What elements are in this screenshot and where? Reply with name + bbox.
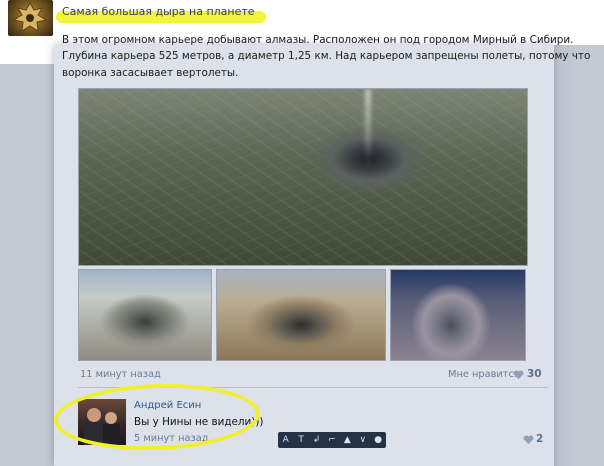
post-timestamp[interactable]: 11 минут назад <box>80 369 161 380</box>
like-count: 30 <box>527 368 542 380</box>
post-author-avatar[interactable] <box>8 0 53 36</box>
post-text-line: Глубина карьера 525 метров, а диаметр 1,… <box>62 50 591 62</box>
post-photo-main[interactable] <box>78 88 528 266</box>
text-tool-icon[interactable]: A <box>281 435 291 445</box>
arrow-tool-icon[interactable]: ↲ <box>312 435 322 445</box>
post-photo-thumb[interactable] <box>216 269 386 361</box>
post-text-line: воронка засасывает вертолеты. <box>62 67 239 79</box>
heart-icon[interactable] <box>513 370 524 380</box>
light-ray <box>365 89 371 169</box>
post-photo-thumb[interactable] <box>78 269 212 361</box>
post-title[interactable]: Самая большая дыра на планете <box>62 5 255 18</box>
shirt-tool-icon[interactable]: T <box>296 435 306 445</box>
heart-icon[interactable] <box>523 435 534 445</box>
comment-like-count: 2 <box>536 433 544 445</box>
like-button-label[interactable]: Мне нравится <box>448 369 520 380</box>
chevron-down-icon[interactable]: ∨ <box>358 435 368 445</box>
image-editor-toolbar: A T ↲ ⌐ ▲ ∨ ● <box>278 432 386 448</box>
line-tool-icon[interactable]: ⌐ <box>327 435 337 445</box>
post-photo-thumb[interactable] <box>390 269 526 361</box>
post-text-line: В этом огромном карьере добывают алмазы.… <box>62 34 574 46</box>
emblem-icon <box>12 1 48 32</box>
shape-tool-icon[interactable]: ▲ <box>342 435 352 445</box>
color-picker-icon[interactable]: ● <box>373 435 383 445</box>
page-side-shadow <box>554 45 604 466</box>
